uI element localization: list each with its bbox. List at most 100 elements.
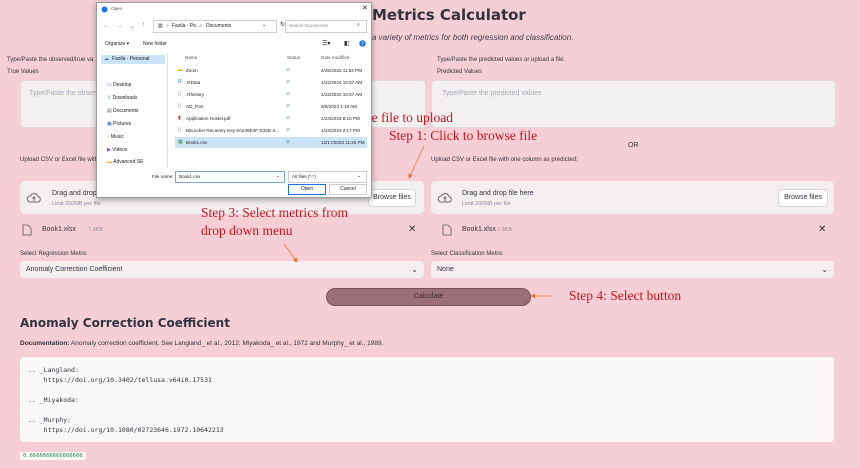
file-icon <box>442 224 452 236</box>
calculate-button[interactable]: Calculate <box>326 288 531 306</box>
nav-item-downloads[interactable]: ⇩ Downloads <box>107 95 137 101</box>
nav-item-label: Documents <box>113 108 139 114</box>
svg-text:?: ? <box>361 41 364 47</box>
column-header-date[interactable]: Date modified <box>321 55 349 60</box>
file-type-select[interactable]: All files (*.*) ⌄ <box>288 171 367 183</box>
nav-item-label: Downloads <box>112 95 138 101</box>
nav-item-advanced-se[interactable]: ▬ Advanced SE <box>107 159 143 165</box>
folder-icon: ▬ <box>178 67 183 73</box>
true-file-remove-icon[interactable]: ✕ <box>408 224 416 235</box>
chevron-down-icon: ⌄ <box>821 265 828 274</box>
pred-values-type-label: Type/Paste the predicted values or uploa… <box>437 57 566 63</box>
pred-values-label: Predicted Values <box>437 69 482 75</box>
cloud-upload-icon <box>26 193 41 203</box>
pred-browse-button[interactable]: Browse files <box>778 189 828 207</box>
help-icon[interactable]: ? <box>359 40 366 47</box>
step3-arrow <box>283 243 298 263</box>
nav-item-music[interactable]: ♪ Music <box>107 134 124 140</box>
documentation-label: Documentation: <box>20 340 70 347</box>
nav-item-desktop[interactable]: ▭ Desktop <box>107 82 131 88</box>
nav-item-pictures[interactable]: ▣ Pictures <box>107 121 131 127</box>
pred-file-remove-icon[interactable]: ✕ <box>818 224 826 235</box>
documentation-text: Anomaly correction coefficient. See Lang… <box>69 340 384 347</box>
regression-metric-value: Anomaly Correction Coefficient <box>26 266 123 273</box>
file-date: 1/22/2024 10:57 AM <box>321 92 363 97</box>
true-drag-text: Drag and drop <box>52 190 97 197</box>
pred-file-size: 7.9KB <box>497 227 512 233</box>
preview-pane-icon[interactable]: ◧ <box>344 40 350 47</box>
organize-button[interactable]: Organize ▾ <box>105 41 129 47</box>
new-folder-button[interactable]: New folder <box>143 41 167 47</box>
true-values-label: True Values <box>7 69 39 75</box>
file-row[interactable]: R .RData ⊘ 1/22/2024 10:57 AM <box>175 77 367 88</box>
breadcrumb-segment[interactable]: Documents <box>206 23 231 29</box>
recent-dropdown-icon[interactable]: ⌄ <box>130 23 135 30</box>
breadcrumb-segment[interactable]: Fazila - Pe... <box>172 23 200 29</box>
column-header-status[interactable]: Status <box>287 55 300 60</box>
pred-values-textarea[interactable]: Type/Paste the predicted values <box>431 80 836 128</box>
file-name: Book1.csv <box>186 140 208 145</box>
file-name-input[interactable]: Book1.csv ⌄ <box>175 171 285 183</box>
file-date: 3/6/2023 1:18 AM <box>321 104 358 109</box>
file-name: AD_Port <box>186 104 204 109</box>
classification-metric-select[interactable]: None ⌄ <box>431 261 834 278</box>
sync-status-icon: ⊘ <box>286 79 290 84</box>
file-row[interactable]: ▯ BitLocker Recovery Key 8A249E4F-D32E-4.… <box>175 125 367 136</box>
chevron-down-icon: ⌄ <box>276 173 281 179</box>
nav-item-videos[interactable]: ▶ Videos <box>107 147 127 153</box>
chevron-down-icon[interactable]: ⌄ <box>262 22 266 28</box>
pred-values-placeholder: Type/Paste the predicted values <box>442 90 542 97</box>
true-values-type-label: Type/Paste the observed/true va <box>7 57 94 63</box>
file-row-selected[interactable]: ▦ Book1.csv ⊘ 12/17/2023 11:25 PM <box>175 137 367 148</box>
result-heading: Anomaly Correction Coefficient <box>20 316 230 330</box>
cloud-icon: ☁ <box>104 56 109 62</box>
file-name: .Rhistory <box>186 92 205 97</box>
video-icon: ▶ <box>107 147 111 153</box>
nav-item-documents[interactable]: ▤ Documents <box>107 108 138 114</box>
music-icon: ♪ <box>107 134 110 140</box>
view-options-icon[interactable]: ☰▾ <box>322 40 330 47</box>
open-button[interactable]: Open <box>288 184 326 195</box>
pred-file-uploader[interactable]: Drag and drop file here Limit 200MB per … <box>431 181 834 214</box>
file-name-value: Book1.csv <box>179 174 201 179</box>
forward-icon[interactable]: → <box>117 23 123 29</box>
close-icon[interactable]: ✕ <box>362 4 368 12</box>
file-name-label: File name: <box>152 174 174 179</box>
navigation-pane: ☁ Fazila - Personal ▭ Desktop ⇩ Download… <box>101 53 168 168</box>
code-line: .. _Murphy: <box>28 416 72 424</box>
file-date: 4/26/2023 11:54 PM <box>321 68 363 73</box>
cloud-upload-icon <box>437 193 452 203</box>
code-line: .. _Miyakoda: <box>28 396 79 404</box>
file-name: Application Hostel.pdf <box>186 116 231 121</box>
back-icon[interactable]: ← <box>103 23 109 29</box>
search-input[interactable]: Search Documents ⌕ <box>285 20 367 33</box>
sync-status-icon: ⊘ <box>286 91 290 96</box>
nav-item-onedrive[interactable]: ☁ Fazila - Personal <box>101 55 165 64</box>
app-icon <box>101 6 108 13</box>
cancel-button[interactable]: Cancel <box>329 184 367 195</box>
folder-icon: ▥ <box>158 23 163 29</box>
address-bar[interactable]: ▥ › Fazila - Pe... › Documents ⌄ <box>153 20 277 33</box>
code-block: .. _Langland: https://doi.org/10.3402/te… <box>20 357 834 442</box>
regression-metric-select[interactable]: Anomaly Correction Coefficient ⌄ <box>20 261 424 278</box>
document-icon: ▤ <box>107 108 112 114</box>
true-file-name: Book1.xlsx <box>42 226 76 233</box>
search-placeholder: Search Documents <box>289 23 329 28</box>
true-browse-button[interactable]: Browse files <box>368 189 416 207</box>
file-row[interactable]: ▯ .Rhistory ⊘ 1/22/2024 10:57 AM <box>175 89 367 100</box>
dialog-title: Open <box>111 6 123 11</box>
up-icon[interactable]: ↑ <box>142 22 145 28</box>
file-open-dialog[interactable]: Open ✕ ← → ⌄ ↑ ▥ › Fazila - Pe... › Docu… <box>96 2 372 198</box>
file-type-value: All files (*.*) <box>292 174 316 179</box>
nav-item-label: Pictures <box>113 121 132 127</box>
file-row[interactable]: ▯ AD_Port ⊘ 3/6/2023 1:18 AM <box>175 101 367 112</box>
sync-status-icon: ⊘ <box>286 115 290 120</box>
file-icon <box>22 224 32 236</box>
download-icon: ⇩ <box>107 95 112 101</box>
classification-metric-label: Select Classification Metric <box>431 251 503 257</box>
true-file-size: 7.9KB <box>88 227 103 233</box>
column-header-name[interactable]: Name <box>185 55 197 60</box>
file-name: BitLocker Recovery Key 8A249E4F-D32E-4..… <box>186 128 279 133</box>
file-row[interactable]: ▮ Application Hostel.pdf ⊘ 1/24/2023 8:15 P… <box>175 113 367 124</box>
file-row[interactable]: ▬ Zoom ⊘ 4/26/2023 11:54 PM <box>175 65 367 76</box>
